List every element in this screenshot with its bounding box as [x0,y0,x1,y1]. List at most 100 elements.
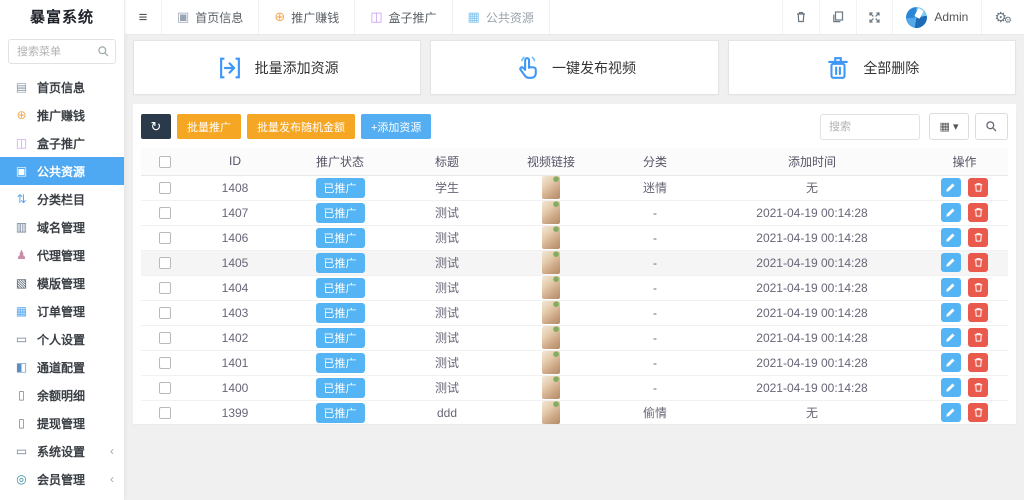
cell-id: 1401 [189,350,281,375]
sidebar-item-promote-earn[interactable]: ⊕ 推广赚钱 [0,101,124,129]
tab-box-promote[interactable]: ◫ 盒子推广 [354,0,451,34]
edit-button[interactable] [941,328,961,347]
top-navbar: ≡ ▣ 首页信息 ⊕ 推广赚钱 ◫ 盒子推广 ▦ 公共资源 [125,0,1024,35]
video-thumbnail[interactable] [542,276,560,299]
batch-promote-button[interactable]: 批量推广 [177,114,241,139]
fullscreen-icon[interactable] [856,0,892,34]
sidebar-item-box-promote[interactable]: ◫ 盒子推广 [0,129,124,157]
column-header: 添加时间 [703,148,921,175]
video-thumbnail[interactable] [542,376,560,399]
settings-gears-icon[interactable]: ⚙⚙ [981,0,1024,34]
sidebar-item-channel[interactable]: ◧ 通道配置 [0,353,124,381]
video-thumbnail[interactable] [542,301,560,324]
card-label: 一键发布视频 [552,58,636,78]
sidebar-item-profile[interactable]: ▭ 个人设置 [0,325,124,353]
copy-file-icon[interactable] [819,0,856,34]
sidebar-item-system[interactable]: ▭ 系统设置 ‹ [0,437,124,465]
edit-button[interactable] [941,228,961,247]
edit-button[interactable] [941,353,961,372]
content-area: 批量添加资源 一键发布视频 全部删除 [125,35,1024,500]
column-header: 分类 [607,148,703,175]
select-all-checkbox[interactable] [159,156,171,168]
edit-button[interactable] [941,178,961,197]
video-thumbnail[interactable] [542,201,560,224]
table-search-input[interactable] [820,114,920,140]
batch-random-amount-button[interactable]: 批量发布随机金额 [247,114,355,139]
status-badge: 已推广 [316,228,365,248]
delete-button[interactable] [968,303,988,322]
video-thumbnail[interactable] [542,176,560,199]
sidebar-item-template[interactable]: ▧ 模版管理 [0,269,124,297]
status-badge: 已推广 [316,203,365,223]
row-checkbox[interactable] [159,257,171,269]
public-resource-icon: ▣ [13,164,30,178]
edit-button[interactable] [941,378,961,397]
sidebar-item-member[interactable]: ◎ 会员管理 ‹ [0,465,124,493]
tab-home[interactable]: ▣ 首页信息 [161,0,258,34]
table-row: 1406 已推广 测试 - 2021-04-19 00:14:28 [141,225,1008,250]
sidebar-item-category[interactable]: ⇅ 分类栏目 [0,185,124,213]
video-thumbnail[interactable] [542,326,560,349]
video-thumbnail[interactable] [542,401,560,424]
menu-toggle-icon[interactable]: ≡ [125,0,161,34]
delete-button[interactable] [968,253,988,272]
row-checkbox[interactable] [159,207,171,219]
row-checkbox[interactable] [159,357,171,369]
delete-button[interactable] [968,353,988,372]
cell-time: 2021-04-19 00:14:28 [703,350,921,375]
cell-category: - [607,300,703,325]
edit-button[interactable] [941,278,961,297]
delete-button[interactable] [968,278,988,297]
delete-button[interactable] [968,203,988,222]
sidebar-item-withdraw[interactable]: ▯ 提现管理 [0,409,124,437]
table-search-button[interactable] [975,113,1008,140]
card-label: 批量添加资源 [255,58,339,78]
edit-button[interactable] [941,403,961,422]
delete-button[interactable] [968,378,988,397]
cell-title: 测试 [399,375,495,400]
one-key-publish-card[interactable]: 一键发布视频 [430,40,718,95]
tab-promote-earn[interactable]: ⊕ 推广赚钱 [258,0,354,34]
sidebar-item-domain[interactable]: ▥ 域名管理 [0,213,124,241]
cell-id: 1403 [189,300,281,325]
row-checkbox[interactable] [159,407,171,419]
row-checkbox[interactable] [159,232,171,244]
trash-icon[interactable] [782,0,819,34]
sidebar-item-public-resource[interactable]: ▣ 公共资源 [0,157,124,185]
delete-button[interactable] [968,403,988,422]
edit-button[interactable] [941,303,961,322]
batch-add-resource-card[interactable]: 批量添加资源 [133,40,421,95]
sidebar-item-home[interactable]: ▤ 首页信息 [0,73,124,101]
app-logo: 暴富系统 [0,0,124,35]
edit-button[interactable] [941,253,961,272]
admin-menu[interactable]: Admin [892,0,981,34]
row-checkbox[interactable] [159,182,171,194]
video-thumbnail[interactable] [542,351,560,374]
row-checkbox[interactable] [159,332,171,344]
edit-button[interactable] [941,203,961,222]
sidebar-item-balance[interactable]: ▯ 余额明细 [0,381,124,409]
delete-all-card[interactable]: 全部删除 [728,40,1016,95]
row-checkbox[interactable] [159,307,171,319]
delete-button[interactable] [968,228,988,247]
add-resource-button[interactable]: +添加资源 [361,114,431,139]
row-checkbox[interactable] [159,282,171,294]
columns-dropdown-button[interactable]: ▦ ▾ [929,113,969,140]
sidebar-menu: ▤ 首页信息 ⊕ 推广赚钱 ◫ 盒子推广 ▣ 公共资源 ⇅ 分类栏目 ▥ 域名管… [0,73,124,500]
delete-button[interactable] [968,178,988,197]
chevron-left-icon: ‹ [110,444,114,458]
tab-public-resource[interactable]: ▦ 公共资源 [452,0,550,34]
video-thumbnail[interactable] [542,251,560,274]
video-thumbnail[interactable] [542,226,560,249]
status-badge: 已推广 [316,278,365,298]
sidebar-item-order[interactable]: ▦ 订单管理 [0,297,124,325]
action-cards: 批量添加资源 一键发布视频 全部删除 [133,40,1016,95]
refresh-button[interactable]: ↻ [141,114,171,139]
withdraw-icon: ▯ [13,416,30,430]
box-promote-icon: ◫ [13,136,30,150]
delete-button[interactable] [968,328,988,347]
row-checkbox[interactable] [159,382,171,394]
cell-time: 无 [703,400,921,425]
status-badge: 已推广 [316,178,365,198]
sidebar-item-agent[interactable]: ♟ 代理管理 [0,241,124,269]
